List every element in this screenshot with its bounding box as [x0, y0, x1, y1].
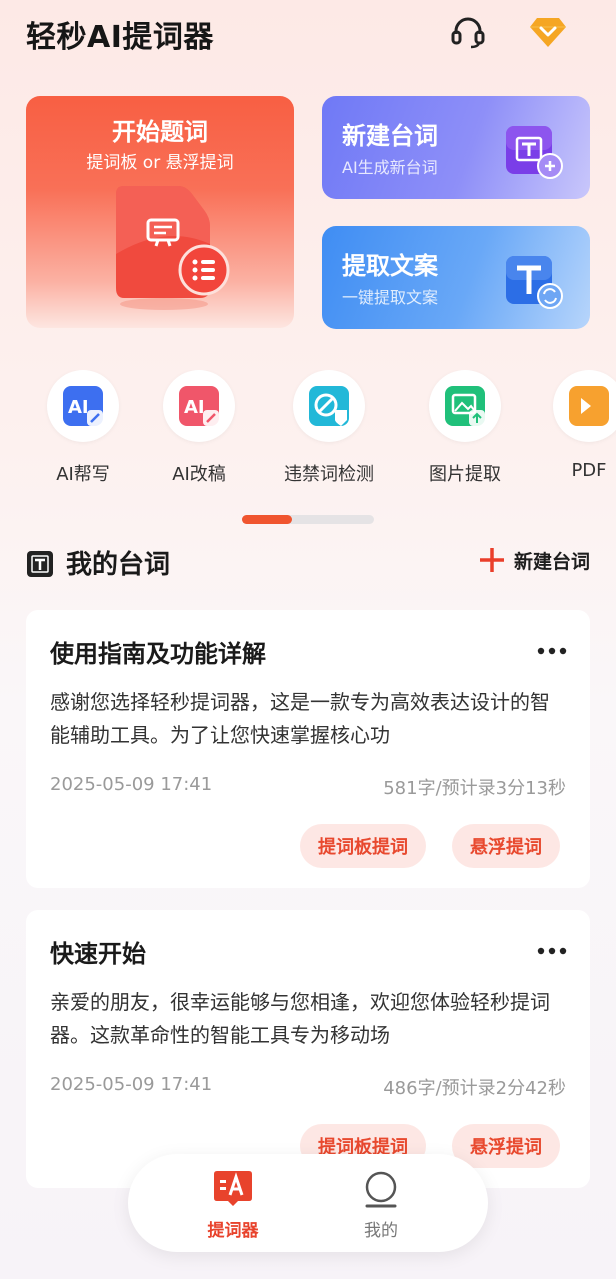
- script-t-icon: [27, 551, 53, 577]
- plus-icon: [479, 548, 504, 572]
- new-script-link[interactable]: 新建台词: [478, 546, 590, 574]
- extract-card-title: 提取文案: [342, 252, 438, 280]
- script-card[interactable]: 快速开始 亲爱的朋友，很幸运能够与您相逢，欢迎您体验轻秒提词器。这款革命性的智能…: [26, 910, 590, 1188]
- svg-text:AI: AI: [68, 397, 89, 418]
- script-preview: 感谢您选择轻秒提词器，这是一款专为高效表达设计的智能辅助工具。为了让您快速掌握核…: [50, 690, 550, 747]
- more-options-button[interactable]: [534, 636, 570, 666]
- tool-pdf[interactable]: PDF: [534, 370, 616, 481]
- board-prompt-button[interactable]: 提词板提词: [300, 824, 426, 868]
- start-prompting-card[interactable]: 开始题词 提词板 or 悬浮提词: [26, 96, 294, 328]
- forbidden-word-icon: [309, 386, 349, 426]
- tool-ai-edit[interactable]: AI AI改稿: [144, 370, 254, 486]
- start-card-subtitle: 提词板 or 悬浮提词: [86, 153, 234, 173]
- more-dots-icon: [537, 647, 567, 655]
- ai-write-icon: AI: [63, 386, 103, 426]
- customer-service-button[interactable]: [446, 12, 490, 52]
- new-script-card[interactable]: 新建台词 AI生成新台词: [322, 96, 590, 199]
- tool-forbidden-word-check[interactable]: 违禁词检测: [274, 370, 384, 486]
- tool-image-extract[interactable]: 图片提取: [410, 370, 520, 486]
- more-options-button[interactable]: [534, 936, 570, 966]
- svg-text:AI: AI: [184, 397, 205, 418]
- script-title: 使用指南及功能详解: [50, 640, 266, 668]
- extract-text-icon: [506, 256, 563, 309]
- nav-teleprompter[interactable]: 提词器: [168, 1154, 298, 1252]
- more-dots-icon: [537, 947, 567, 955]
- pdf-icon: [569, 386, 609, 426]
- diamond-icon: [530, 18, 566, 47]
- image-extract-icon: [445, 386, 485, 426]
- tool-label: PDF: [571, 460, 607, 481]
- script-date: 2025-05-09 17:41: [50, 774, 213, 795]
- tool-label: AI改稿: [172, 464, 226, 485]
- start-card-title: 开始题词: [112, 118, 208, 146]
- app-header: 轻秒AI提词器: [0, 0, 616, 64]
- vip-button[interactable]: [526, 12, 570, 52]
- section-title: 我的台词: [66, 550, 171, 580]
- nav-label-active: 提词器: [207, 1221, 259, 1241]
- my-scripts-header: 我的台词 新建台词: [0, 536, 616, 588]
- teleprompter-icon: [214, 1171, 252, 1206]
- tools-row: AI AI帮写 AI AI改稿 违禁词检测 图片提取 PDF: [0, 370, 616, 500]
- script-stats: 581字/预计录3分13秒: [383, 778, 566, 799]
- bottom-nav: 提词器 我的: [128, 1154, 488, 1252]
- profile-icon: [365, 1171, 397, 1208]
- teleprompter-board-icon: [116, 186, 230, 310]
- new-text-icon: [506, 126, 563, 179]
- script-stats: 486字/预计录2分42秒: [383, 1078, 566, 1099]
- float-prompt-button[interactable]: 悬浮提词: [452, 1124, 560, 1168]
- script-preview: 亲爱的朋友，很幸运能够与您相逢，欢迎您体验轻秒提词器。这款革命性的智能工具专为移…: [50, 990, 550, 1047]
- ai-edit-icon: AI: [179, 386, 219, 426]
- tool-label: 图片提取: [429, 464, 501, 485]
- app-title: 轻秒AI提词器: [26, 20, 214, 55]
- tool-ai-write[interactable]: AI AI帮写: [28, 370, 138, 486]
- tool-label: AI帮写: [56, 464, 110, 485]
- page-indicator-active: [242, 515, 292, 524]
- headset-icon: [451, 17, 485, 49]
- tool-label: 违禁词检测: [284, 464, 374, 485]
- script-title: 快速开始: [50, 940, 146, 968]
- new-script-card-title: 新建台词: [342, 122, 438, 150]
- new-script-card-subtitle: AI生成新台词: [342, 158, 438, 177]
- float-prompt-button[interactable]: 悬浮提词: [452, 824, 560, 868]
- script-date: 2025-05-09 17:41: [50, 1074, 213, 1095]
- tools-page-indicator: [242, 515, 374, 524]
- extract-card-subtitle: 一键提取文案: [342, 288, 439, 307]
- new-script-link-label: 新建台词: [513, 550, 590, 573]
- nav-label: 我的: [364, 1221, 398, 1241]
- nav-profile[interactable]: 我的: [316, 1154, 446, 1252]
- script-card[interactable]: 使用指南及功能详解 感谢您选择轻秒提词器，这是一款专为高效表达设计的智能辅助工具…: [26, 610, 590, 888]
- extract-text-card[interactable]: 提取文案 一键提取文案: [322, 226, 590, 329]
